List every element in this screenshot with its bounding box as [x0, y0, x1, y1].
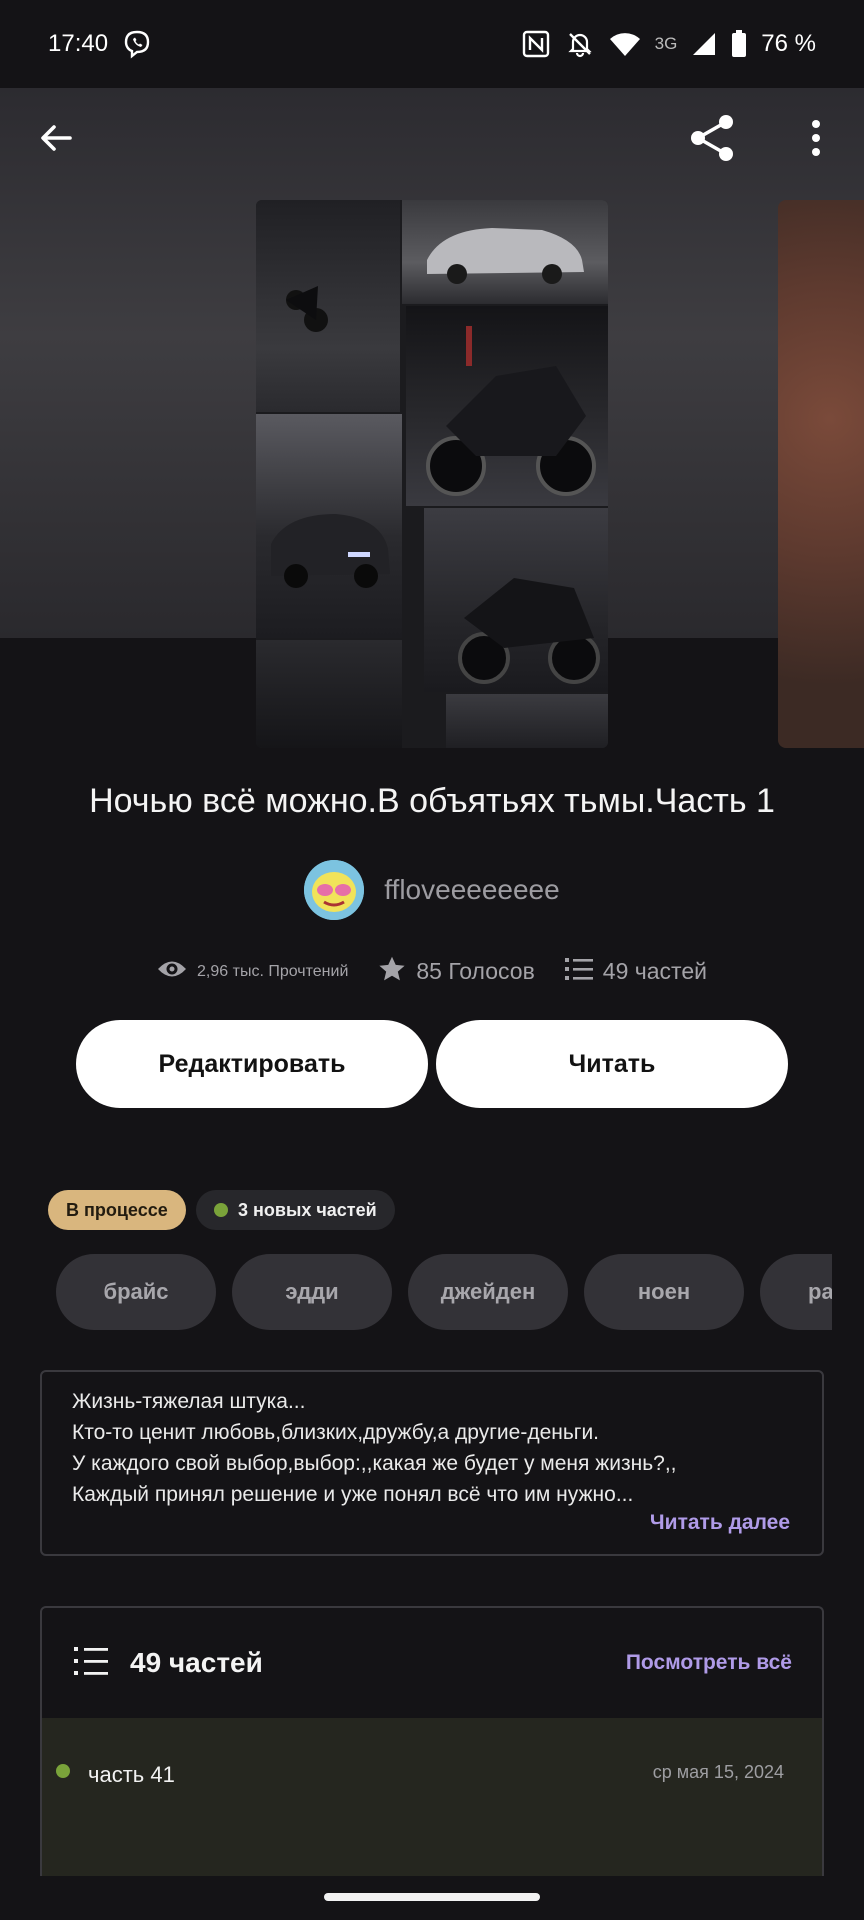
signal-icon: [691, 31, 717, 57]
mute-icon: [565, 29, 595, 59]
parts-section: 49 частей Посмотреть всё часть 41 ср мая…: [40, 1606, 824, 1876]
cover-tile-car-dark: [256, 414, 402, 638]
votes-count: 85 Голосов: [416, 958, 535, 984]
reads-count: 2,96 тыс. Прочтений: [197, 962, 349, 980]
nfc-icon: [521, 29, 551, 59]
network-type: 3G: [654, 34, 678, 53]
description-line: У каждого свой выбор,выбор:,,какая же бу…: [72, 1452, 677, 1475]
share-icon: [686, 112, 738, 169]
wifi-icon: [609, 30, 641, 58]
cover-tile-stunt: [256, 200, 400, 412]
author-row[interactable]: ffloveeeeeeee: [0, 860, 864, 920]
more-vertical-icon: [810, 118, 822, 163]
new-parts-label: 3 новых частей: [238, 1199, 377, 1220]
more-options-button[interactable]: [784, 108, 848, 172]
viber-icon: [122, 29, 152, 59]
home-indicator[interactable]: [324, 1893, 540, 1901]
part-name: часть 41: [88, 1762, 175, 1787]
eye-icon: [157, 958, 187, 985]
battery-level: 76 %: [761, 30, 816, 57]
description-line: Кто-то ценит любовь,близких,дружбу,а дру…: [72, 1421, 600, 1444]
new-dot-icon: [56, 1764, 70, 1778]
cover-tile-motorcycle-2: [424, 508, 608, 692]
cover-tile-car-3: [446, 694, 608, 748]
part-date: ср мая 15, 2024: [652, 1762, 784, 1782]
next-cover-preview[interactable]: [778, 200, 864, 748]
parts-count: 49 частей: [602, 958, 707, 984]
read-button[interactable]: Читать: [436, 1020, 788, 1108]
edit-button[interactable]: Редактировать: [76, 1020, 428, 1108]
reads-stat: 2,96 тыс. Прочтений: [157, 958, 348, 985]
parts-title: 49 частей: [130, 1647, 263, 1678]
tag-item[interactable]: ра: [760, 1254, 832, 1330]
arrow-left-icon: [36, 118, 76, 163]
tag-item[interactable]: ноен: [584, 1254, 744, 1330]
status-time: 17:40: [48, 30, 109, 57]
avatar: [304, 860, 365, 920]
status-bar: 17:40 3G 76 %: [0, 0, 864, 88]
book-stats: 2,96 тыс. Прочтений 85 Голосов 49 частей: [0, 955, 864, 988]
tag-item[interactable]: эдди: [232, 1254, 392, 1330]
parts-stat: 49 частей: [564, 957, 707, 986]
back-button[interactable]: [24, 108, 88, 172]
description-line: Каждый принял решение и уже понял всё чт…: [72, 1483, 634, 1506]
read-more-link[interactable]: Читать далее: [650, 1507, 790, 1538]
author-name: ffloveeeeeeee: [384, 874, 560, 905]
cover-tile-car-white: [402, 200, 608, 304]
star-icon: [378, 955, 406, 988]
votes-stat: 85 Голосов: [378, 955, 535, 988]
share-button[interactable]: [680, 108, 744, 172]
new-dot-icon: [214, 1203, 228, 1217]
list-icon: [564, 957, 593, 986]
book-cover[interactable]: [256, 200, 608, 748]
battery-icon: [731, 30, 747, 58]
tag-item[interactable]: брайс: [56, 1254, 216, 1330]
description-line: Жизнь-тяжелая штука...: [72, 1390, 306, 1413]
tag-item[interactable]: джейден: [408, 1254, 568, 1330]
description-box: Жизнь-тяжелая штука... Кто-то ценит любо…: [40, 1370, 824, 1556]
view-all-link[interactable]: Посмотреть всё: [626, 1651, 792, 1675]
new-parts-badge: 3 новых частей: [196, 1190, 395, 1230]
parts-header: 49 частей Посмотреть всё: [42, 1608, 822, 1718]
cover-tile-bike-3: [256, 640, 402, 748]
part-item[interactable]: часть 41 ср мая 15, 2024: [42, 1718, 822, 1876]
list-icon: [74, 1645, 108, 1682]
book-title: Ночью всё можно.В объятьях тьмы.Часть 1: [89, 782, 775, 820]
tag-list: брайс эдди джейден ноен ра: [56, 1254, 832, 1330]
cover-tile-motorcycle: [406, 306, 608, 506]
status-badge: В процессе: [48, 1190, 186, 1230]
